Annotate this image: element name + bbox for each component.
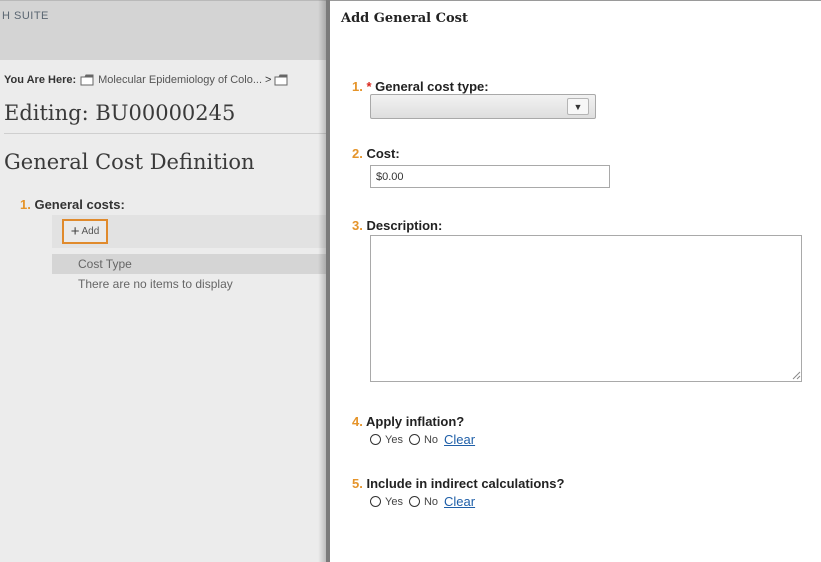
add-button[interactable]: + Add (62, 219, 108, 244)
indirect-clear-link[interactable]: Clear (444, 494, 475, 509)
indirect-yes-label[interactable]: Yes (385, 496, 403, 508)
indirect-yes-radio[interactable] (370, 496, 381, 507)
apply-inflation-label-text: Apply inflation? (365, 414, 465, 429)
step-number: 5. (352, 476, 363, 491)
indirect-label: 5. Include in indirect calculations? (352, 476, 564, 491)
empty-message: There are no items to display (78, 277, 233, 291)
inflation-yes-radio[interactable] (370, 434, 381, 445)
background-page: H SUITE You Are Here: Molecular Epidemio… (0, 0, 330, 562)
cost-input[interactable] (370, 165, 610, 188)
breadcrumb-separator: > (265, 74, 272, 86)
indirect-no-radio[interactable] (408, 496, 420, 507)
inflation-yes-label[interactable]: Yes (385, 434, 403, 446)
indirect-options: Yes No Clear (370, 494, 475, 509)
description-textarea[interactable] (370, 235, 802, 382)
cost-label: 2. Cost: (352, 146, 400, 161)
cost-type-select[interactable]: ▼ (370, 94, 596, 119)
general-costs-text: General costs: (34, 197, 125, 212)
cost-type-label: 1. * General cost type: (352, 79, 489, 94)
indirect-label-text: Include in indirect calculations? (366, 476, 565, 491)
description-label: 3. Description: (352, 218, 442, 233)
inflation-no-radio[interactable] (408, 434, 420, 445)
step-number: 1. (20, 197, 31, 212)
indirect-no-label[interactable]: No (424, 496, 438, 508)
dropdown-button[interactable]: ▼ (567, 98, 589, 115)
breadcrumb: You Are Here: Molecular Epidemiology of … (4, 74, 292, 86)
cost-label-text: Cost: (366, 146, 400, 161)
required-marker: * (366, 79, 372, 94)
apply-inflation-options: Yes No Clear (370, 432, 475, 447)
chevron-down-icon: ▼ (573, 101, 583, 112)
step-number: 4. (352, 414, 363, 429)
top-bar: H SUITE (0, 0, 330, 60)
divider (4, 133, 330, 134)
section-title: General Cost Definition (4, 150, 255, 174)
add-button-label: Add (81, 226, 100, 237)
plus-icon: + (70, 223, 80, 240)
breadcrumb-link[interactable]: Molecular Epidemiology of Colo... (98, 74, 262, 86)
project-icon (80, 74, 94, 86)
step-number: 1. (352, 79, 363, 94)
inflation-no-label[interactable]: No (424, 434, 438, 446)
suite-label: H SUITE (2, 10, 49, 22)
general-costs-label: 1. General costs: (20, 197, 125, 212)
column-header-cost-type[interactable]: Cost Type (52, 254, 330, 274)
project-icon (274, 74, 288, 86)
dialog-title: Add General Cost (341, 11, 468, 26)
description-label-text: Description: (366, 218, 443, 233)
breadcrumb-prefix: You Are Here: (4, 74, 77, 86)
editing-title: Editing: BU00000245 (4, 101, 236, 125)
resize-grip-icon[interactable] (792, 371, 801, 380)
cost-type-label-text: General cost type: (375, 79, 489, 94)
apply-inflation-label: 4. Apply inflation? (352, 414, 464, 429)
add-general-cost-panel: Add General Cost 1. * General cost type:… (330, 0, 821, 562)
inflation-clear-link[interactable]: Clear (444, 432, 475, 447)
step-number: 3. (352, 218, 363, 233)
step-number: 2. (352, 146, 363, 161)
